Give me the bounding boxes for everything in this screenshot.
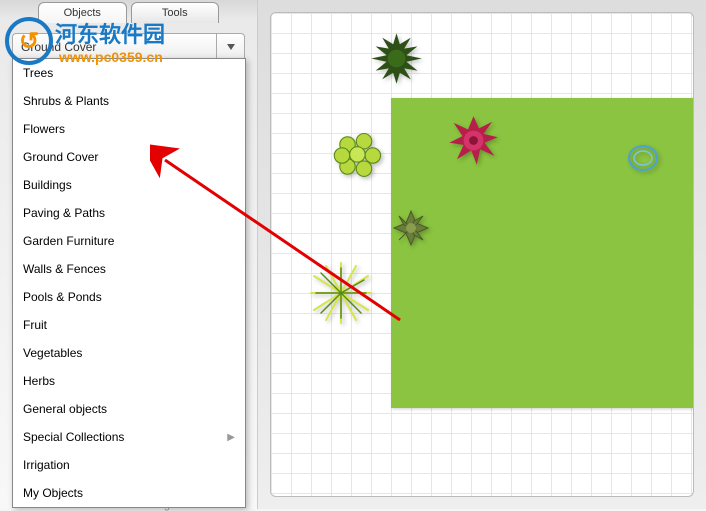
menu-item-label: Pools & Ponds: [23, 290, 102, 304]
dropdown-current-label: Ground Cover: [13, 40, 216, 54]
menu-item-label: General objects: [23, 402, 107, 416]
plant-flower-cluster[interactable]: [331, 128, 386, 183]
plant-shrub-dark[interactable]: [369, 31, 424, 86]
menu-item-label: Paving & Paths: [23, 206, 105, 220]
menu-item-label: Walls & Fences: [23, 262, 106, 276]
menu-item-label: Herbs: [23, 374, 55, 388]
menu-item-label: Buildings: [23, 178, 72, 192]
category-dropdown[interactable]: Ground Cover: [12, 33, 245, 61]
menu-item-label: Shrubs & Plants: [23, 94, 109, 108]
menu-item-label: My Objects: [23, 486, 83, 500]
chevron-down-icon[interactable]: [216, 34, 244, 60]
menu-item-herbs[interactable]: Herbs: [13, 367, 245, 395]
menu-item-walls-fences[interactable]: Walls & Fences: [13, 255, 245, 283]
menu-item-label: Fruit: [23, 318, 47, 332]
menu-item-ground-cover[interactable]: Ground Cover: [13, 143, 245, 171]
plant-succulent[interactable]: [386, 203, 436, 253]
menu-item-buildings[interactable]: Buildings: [13, 171, 245, 199]
left-panel: Objects Tools Ground Cover Trees Shrubs …: [0, 0, 258, 509]
menu-item-trees[interactable]: Trees: [13, 59, 245, 87]
menu-item-my-objects[interactable]: My Objects: [13, 479, 245, 507]
menu-item-label: Trees: [23, 66, 53, 80]
menu-item-special-collections[interactable]: Special Collections ▶: [13, 423, 245, 451]
design-canvas[interactable]: [270, 12, 694, 497]
app-container: Objects Tools Ground Cover Trees Shrubs …: [0, 0, 706, 509]
menu-item-label: Irrigation: [23, 458, 70, 472]
canvas-area: [258, 0, 706, 509]
menu-item-general-objects[interactable]: General objects: [13, 395, 245, 423]
menu-item-label: Vegetables: [23, 346, 82, 360]
menu-item-irrigation[interactable]: Irrigation: [13, 451, 245, 479]
menu-item-label: Ground Cover: [23, 150, 98, 164]
menu-item-fruit[interactable]: Fruit: [13, 311, 245, 339]
plant-pond-circle[interactable]: [626, 143, 661, 173]
plant-flower-pink[interactable]: [446, 113, 501, 168]
menu-item-garden-furniture[interactable]: Garden Furniture: [13, 227, 245, 255]
menu-item-pools-ponds[interactable]: Pools & Ponds: [13, 283, 245, 311]
tab-tools[interactable]: Tools: [131, 2, 220, 23]
menu-item-shrubs-plants[interactable]: Shrubs & Plants: [13, 87, 245, 115]
menu-item-label: Flowers: [23, 122, 65, 136]
tabs: Objects Tools: [0, 0, 257, 23]
plant-ornamental-grass[interactable]: [306, 258, 376, 328]
chevron-right-icon: ▶: [227, 432, 235, 443]
category-menu: Trees Shrubs & Plants Flowers Ground Cov…: [12, 58, 246, 508]
menu-item-vegetables[interactable]: Vegetables: [13, 339, 245, 367]
menu-item-label: Garden Furniture: [23, 234, 114, 248]
menu-item-flowers[interactable]: Flowers: [13, 115, 245, 143]
menu-item-label: Special Collections: [23, 430, 124, 444]
tab-objects[interactable]: Objects: [38, 2, 127, 23]
menu-item-paving-paths[interactable]: Paving & Paths: [13, 199, 245, 227]
